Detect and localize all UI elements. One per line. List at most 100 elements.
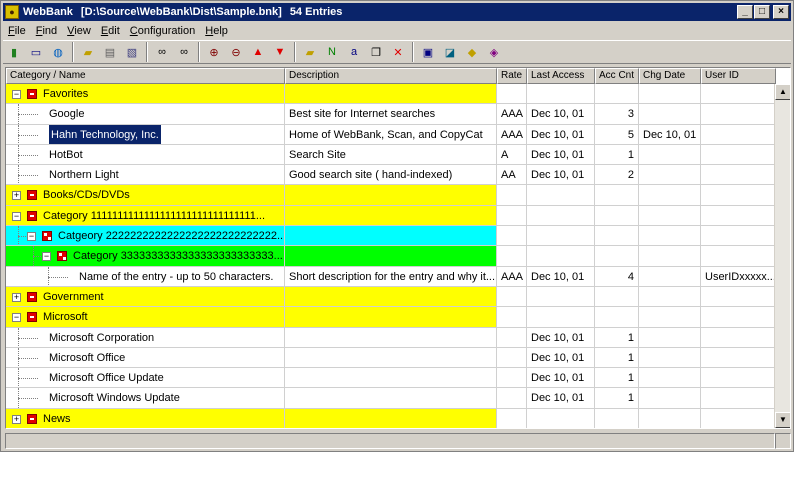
entry-row[interactable]: Microsoft Office Dec 10, 01 1 bbox=[6, 347, 776, 369]
new-folder-button[interactable]: ▰ bbox=[300, 42, 320, 62]
category-row[interactable]: − Microsoft bbox=[6, 307, 776, 328]
category-row[interactable]: − Category 3333333333333333333333333... bbox=[6, 246, 776, 267]
category-row[interactable]: + News bbox=[6, 408, 776, 428]
export-button[interactable]: ◪ bbox=[440, 42, 460, 62]
save-button[interactable]: ▤ bbox=[100, 42, 120, 62]
zoom-out-button[interactable]: ⊖ bbox=[226, 42, 246, 62]
entry-row[interactable]: Microsoft Corporation Dec 10, 01 1 bbox=[6, 327, 776, 348]
category-row[interactable]: − Catgeory 2222222222222222222222222222..… bbox=[6, 226, 776, 247]
open-folder-icon: ▰ bbox=[83, 46, 93, 59]
entry-row[interactable]: Hahn Technology, Inc. Home of WebBank, Sc… bbox=[6, 124, 776, 145]
traffic-light-button[interactable]: ▮ bbox=[4, 42, 24, 62]
entry-row[interactable]: Name of the entry - up to 50 characters.… bbox=[6, 266, 776, 287]
copy-button[interactable]: ❐ bbox=[366, 42, 386, 62]
menu-file[interactable]: File bbox=[3, 25, 31, 37]
column-header-acc-cnt[interactable]: Acc Cnt bbox=[595, 68, 639, 84]
menu-edit[interactable]: Edit bbox=[96, 25, 125, 37]
close-button[interactable]: × bbox=[773, 5, 789, 19]
tree-cell[interactable]: Northern Light bbox=[6, 165, 285, 186]
maximize-button[interactable]: □ bbox=[754, 5, 770, 19]
tree-cell[interactable]: + News bbox=[6, 408, 285, 428]
cell-user-id bbox=[701, 185, 776, 206]
menu-help[interactable]: Help bbox=[200, 25, 233, 37]
tree-cell[interactable]: − Microsoft bbox=[6, 307, 285, 328]
globe-button[interactable]: ◍ bbox=[48, 42, 68, 62]
menu-configuration[interactable]: Configuration bbox=[125, 25, 200, 37]
tree-cell[interactable]: Name of the entry - up to 50 characters. bbox=[6, 266, 285, 287]
tree-cell[interactable]: Hahn Technology, Inc. bbox=[6, 124, 285, 145]
rename-button[interactable]: a bbox=[344, 42, 364, 62]
tree-cell[interactable]: − Category 3333333333333333333333333... bbox=[6, 246, 285, 267]
expand-icon[interactable]: + bbox=[12, 191, 21, 201]
cell-chg-date bbox=[639, 307, 701, 328]
help-book-button[interactable]: ◈ bbox=[484, 42, 504, 62]
cell-user-id bbox=[701, 124, 776, 145]
row-name: Microsoft bbox=[43, 311, 88, 324]
find-next-button[interactable]: ∞ bbox=[174, 42, 194, 62]
column-header-description[interactable]: Description bbox=[285, 68, 497, 84]
column-header-rate[interactable]: Rate bbox=[497, 68, 527, 84]
open-folder-button[interactable]: ▰ bbox=[78, 42, 98, 62]
column-header-chg-date[interactable]: Chg Date bbox=[639, 68, 701, 84]
column-header-category-name[interactable]: Category / Name bbox=[6, 68, 285, 84]
collapse-icon[interactable]: − bbox=[12, 211, 21, 221]
menu-find[interactable]: Find bbox=[31, 25, 62, 37]
new-entry-button[interactable]: N bbox=[322, 42, 342, 62]
cell-last-access: Dec 10, 01 bbox=[527, 165, 595, 186]
cell-rate: AA bbox=[497, 165, 527, 186]
expand-icon[interactable]: + bbox=[12, 414, 21, 424]
delete-button[interactable]: ✕ bbox=[388, 42, 408, 62]
tree-cell[interactable]: Microsoft Windows Update bbox=[6, 388, 285, 409]
category-folder-icon bbox=[27, 190, 37, 201]
tree-cell[interactable]: − Favorites bbox=[6, 84, 285, 105]
entry-row[interactable]: Microsoft Office Update Dec 10, 01 1 bbox=[6, 368, 776, 389]
expand-icon[interactable]: + bbox=[12, 292, 21, 302]
row-name: Google bbox=[49, 108, 85, 121]
category-row[interactable]: + Books/CDs/DVDs bbox=[6, 185, 776, 206]
collapse-icon[interactable]: − bbox=[27, 232, 36, 242]
tree-cell[interactable]: + Books/CDs/DVDs bbox=[6, 185, 285, 206]
tree-cell[interactable]: Microsoft Office bbox=[6, 347, 285, 369]
vertical-scrollbar[interactable]: ▲ ▼ bbox=[774, 84, 790, 428]
print-preview-button[interactable]: ▧ bbox=[122, 42, 142, 62]
tree-cell[interactable]: − Category 111111111111111111111111111111… bbox=[6, 205, 285, 227]
webbank-app-icon[interactable]: ● bbox=[5, 5, 19, 19]
import-button[interactable]: ◆ bbox=[462, 42, 482, 62]
column-header-last-access[interactable]: Last Access bbox=[527, 68, 595, 84]
tree-cell[interactable]: Google bbox=[6, 104, 285, 125]
minimize-button[interactable]: _ bbox=[737, 5, 753, 19]
tree-cell[interactable]: Microsoft Corporation bbox=[6, 327, 285, 348]
entry-row[interactable]: Google Best site for Internet searches AAA… bbox=[6, 104, 776, 125]
cell-last-access: Dec 10, 01 bbox=[527, 144, 595, 166]
category-row[interactable]: − Category 111111111111111111111111111111… bbox=[6, 205, 776, 227]
column-header-user-id[interactable]: User ID bbox=[701, 68, 776, 84]
tree-cell[interactable]: Microsoft Office Update bbox=[6, 368, 285, 389]
zoom-in-button[interactable]: ⊕ bbox=[204, 42, 224, 62]
size-grip[interactable] bbox=[775, 433, 791, 449]
title-bar[interactable]: ● WebBank [D:\Source\WebBank\Dist\Sample… bbox=[3, 3, 791, 21]
cell-last-access bbox=[527, 408, 595, 428]
collapse-icon[interactable]: − bbox=[42, 252, 51, 262]
move-down-button[interactable]: ▼ bbox=[270, 42, 290, 62]
binoculars-button[interactable]: ∞ bbox=[152, 42, 172, 62]
collapse-icon[interactable]: − bbox=[12, 90, 21, 99]
window-button[interactable]: ▭ bbox=[26, 42, 46, 62]
scroll-up-button[interactable]: ▲ bbox=[775, 84, 790, 100]
entry-row[interactable]: Northern Light Good search site ( hand-in… bbox=[6, 165, 776, 186]
tree-cell[interactable]: − Catgeory 2222222222222222222222222222..… bbox=[6, 226, 285, 247]
move-up-button[interactable]: ▲ bbox=[248, 42, 268, 62]
menu-view[interactable]: View bbox=[62, 25, 96, 37]
tree-cell[interactable]: HotBot bbox=[6, 144, 285, 166]
entry-row[interactable]: HotBot Search Site A Dec 10, 01 1 bbox=[6, 144, 776, 166]
status-bar bbox=[5, 433, 791, 449]
scroll-down-button[interactable]: ▼ bbox=[775, 412, 790, 428]
entry-row[interactable]: Microsoft Windows Update Dec 10, 01 1 bbox=[6, 388, 776, 409]
collapse-icon[interactable]: − bbox=[12, 313, 21, 323]
tree-cell[interactable]: + Government bbox=[6, 286, 285, 308]
tree-connector bbox=[18, 357, 38, 359]
category-row[interactable]: + Government bbox=[6, 286, 776, 308]
print-preview-icon: ▧ bbox=[126, 46, 138, 59]
row-name: Name of the entry - up to 50 characters. bbox=[79, 270, 274, 283]
properties-button[interactable]: ▣ bbox=[418, 42, 438, 62]
category-row[interactable]: − Favorites bbox=[6, 84, 776, 105]
